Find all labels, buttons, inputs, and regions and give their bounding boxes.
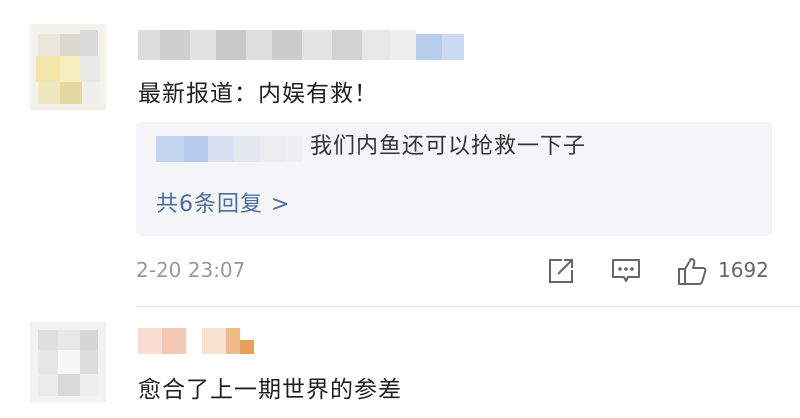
like-button[interactable] [676, 256, 708, 292]
comment-button[interactable] [610, 256, 642, 290]
avatar-pixelated-image [30, 322, 106, 402]
comment-text: 愈合了上一期世界的参差 [138, 377, 402, 403]
reply-preview-text: 我们内鱼还可以抢救一下子 [310, 134, 587, 159]
like-count: 1692 [718, 258, 769, 282]
like-icon [678, 258, 707, 285]
comment-icon [612, 259, 640, 282]
share-button[interactable] [546, 256, 576, 290]
comment-divider [136, 306, 800, 307]
share-icon [549, 259, 573, 283]
avatar[interactable] [30, 322, 106, 402]
view-replies-link[interactable]: 共6条回复 > [156, 186, 290, 218]
comment-text: 最新报道：内娱有救！ [138, 81, 378, 107]
comment-timestamp: 2-20 23:07 [136, 258, 246, 282]
reply-username-pixelated-image [156, 136, 302, 162]
username-blurred[interactable] [138, 326, 268, 356]
reply-preview-box[interactable]: 我们内鱼还可以抢救一下子 共6条回复 > [136, 122, 772, 236]
username-pixelated-image [138, 30, 464, 60]
username-pixelated-image [138, 328, 254, 354]
avatar[interactable] [30, 24, 106, 110]
username-blurred[interactable] [138, 30, 468, 60]
reply-username-blurred[interactable] [156, 134, 306, 168]
avatar-pixelated-image [30, 24, 106, 110]
